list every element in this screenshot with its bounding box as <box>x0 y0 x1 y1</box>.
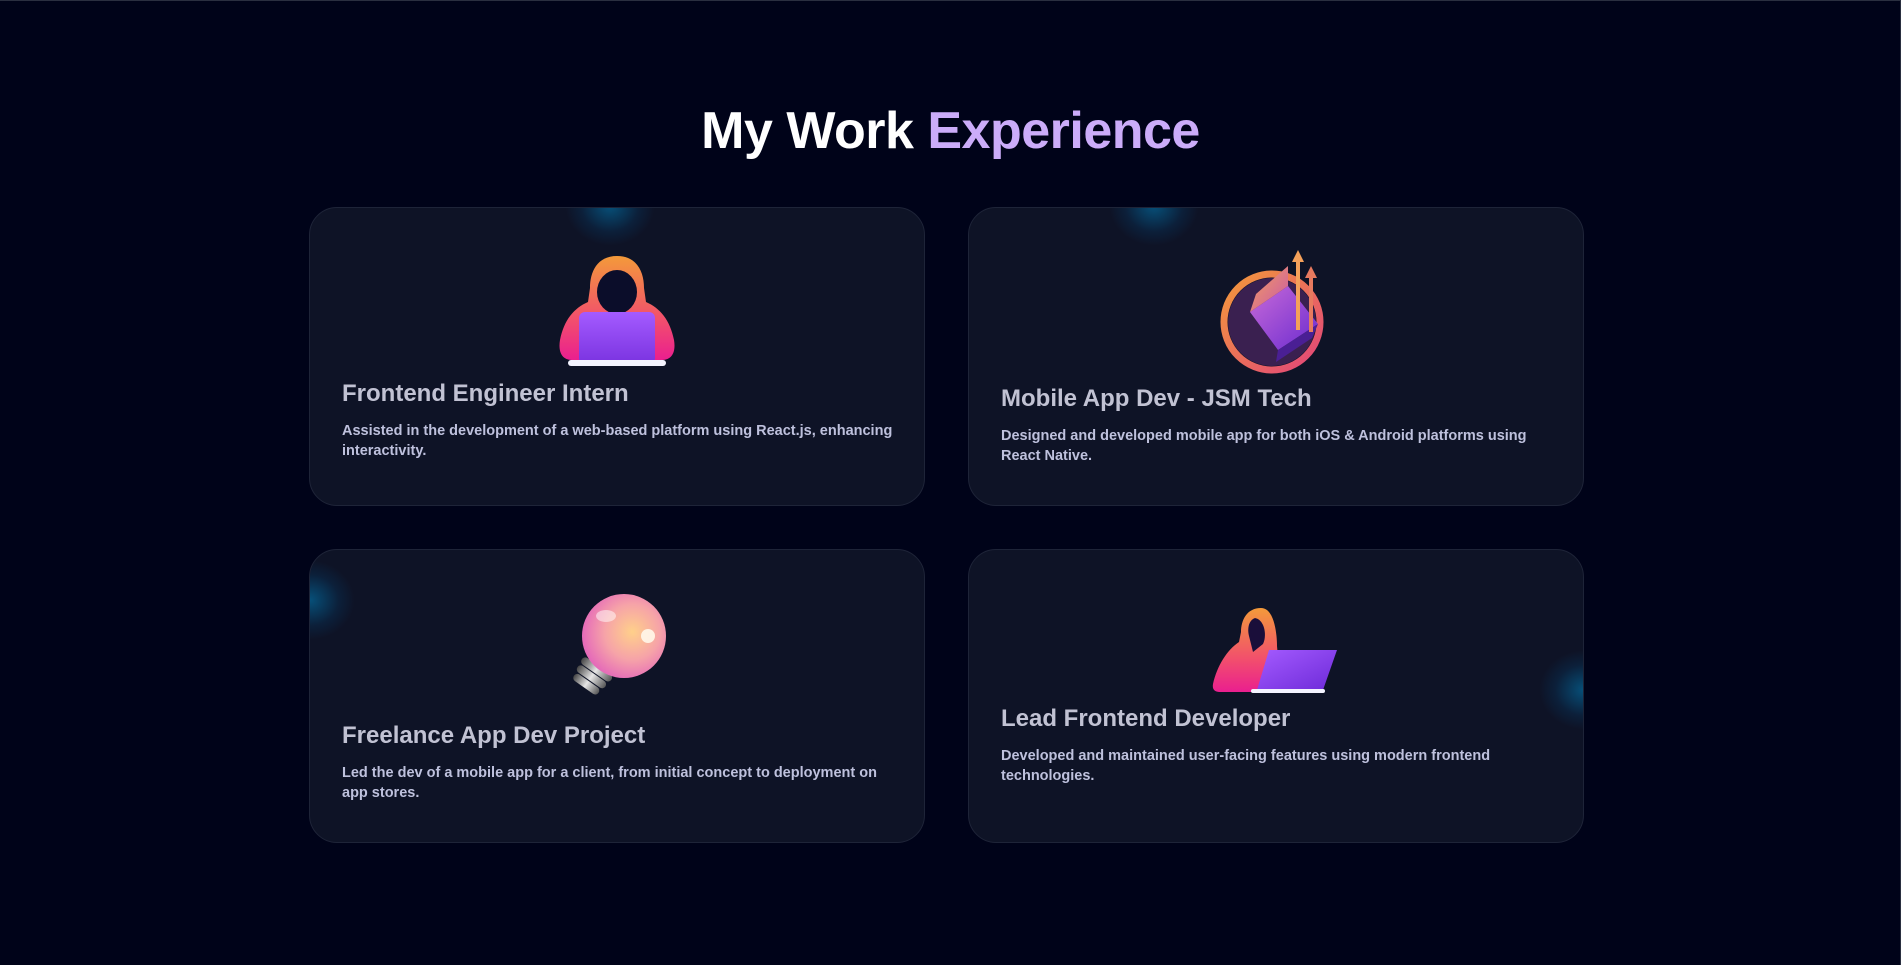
lightbulb-icon <box>562 594 672 700</box>
experience-description: Designed and developed mobile app for bo… <box>1001 428 1527 464</box>
heading-prefix: My Work <box>701 102 928 160</box>
experience-description: Developed and maintained user-facing fea… <box>1001 748 1491 784</box>
experience-title: Freelance App Dev Project <box>342 722 646 749</box>
growth-chart-icon <box>1216 246 1336 376</box>
experience-description: Led the dev of a mobile app for a client… <box>342 765 877 801</box>
card-glow <box>565 208 655 246</box>
card-glow <box>1109 208 1199 246</box>
hooded-developer-laptop-icon <box>1211 606 1341 696</box>
experience-title: Mobile App Dev - JSM Tech <box>1001 385 1312 412</box>
experience-card[interactable]: Lead Frontend Developer Developed and ma… <box>968 549 1584 843</box>
experience-card[interactable]: Frontend Engineer Intern Assisted in the… <box>309 207 925 506</box>
experience-title: Lead Frontend Developer <box>1001 705 1291 732</box>
experience-card[interactable]: Freelance App Dev Project Led the dev of… <box>309 549 925 843</box>
experience-card[interactable]: Mobile App Dev - JSM Tech Designed and d… <box>968 207 1584 506</box>
section-heading: My Work Experience <box>0 101 1901 161</box>
experience-title: Frontend Engineer Intern <box>342 380 629 407</box>
card-glow <box>1539 650 1583 730</box>
experience-section: My Work Experience Frontend Engineer Int… <box>0 0 1901 965</box>
heading-accent: Experience <box>927 102 1200 160</box>
hooded-coder-laptop-icon <box>552 248 682 368</box>
card-glow <box>310 560 355 640</box>
experience-description: Assisted in the development of a web-bas… <box>342 423 893 459</box>
